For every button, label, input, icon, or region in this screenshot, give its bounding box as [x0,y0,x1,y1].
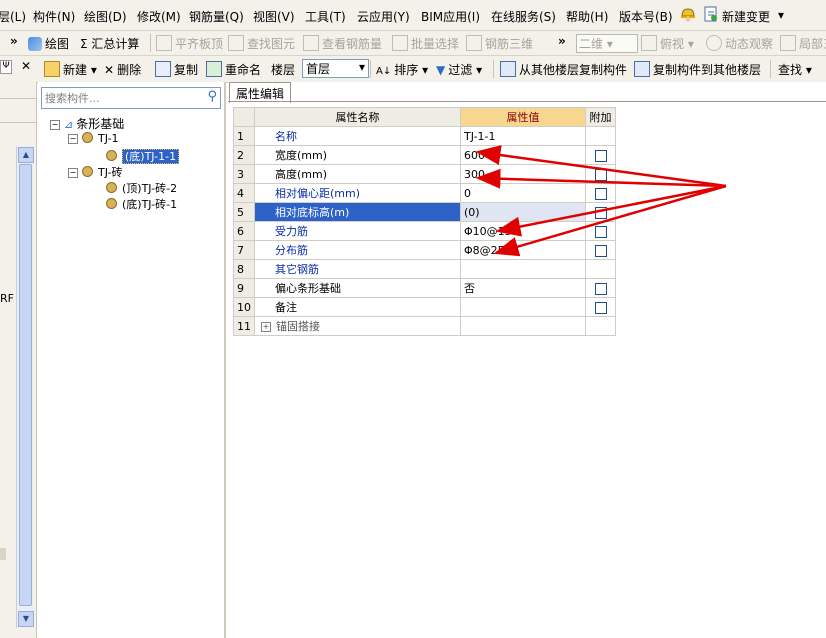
arrow-to-main-rebar [495,184,727,237]
annotation-arrows [475,145,727,257]
arrow-to-distribution-rebar [493,184,727,257]
